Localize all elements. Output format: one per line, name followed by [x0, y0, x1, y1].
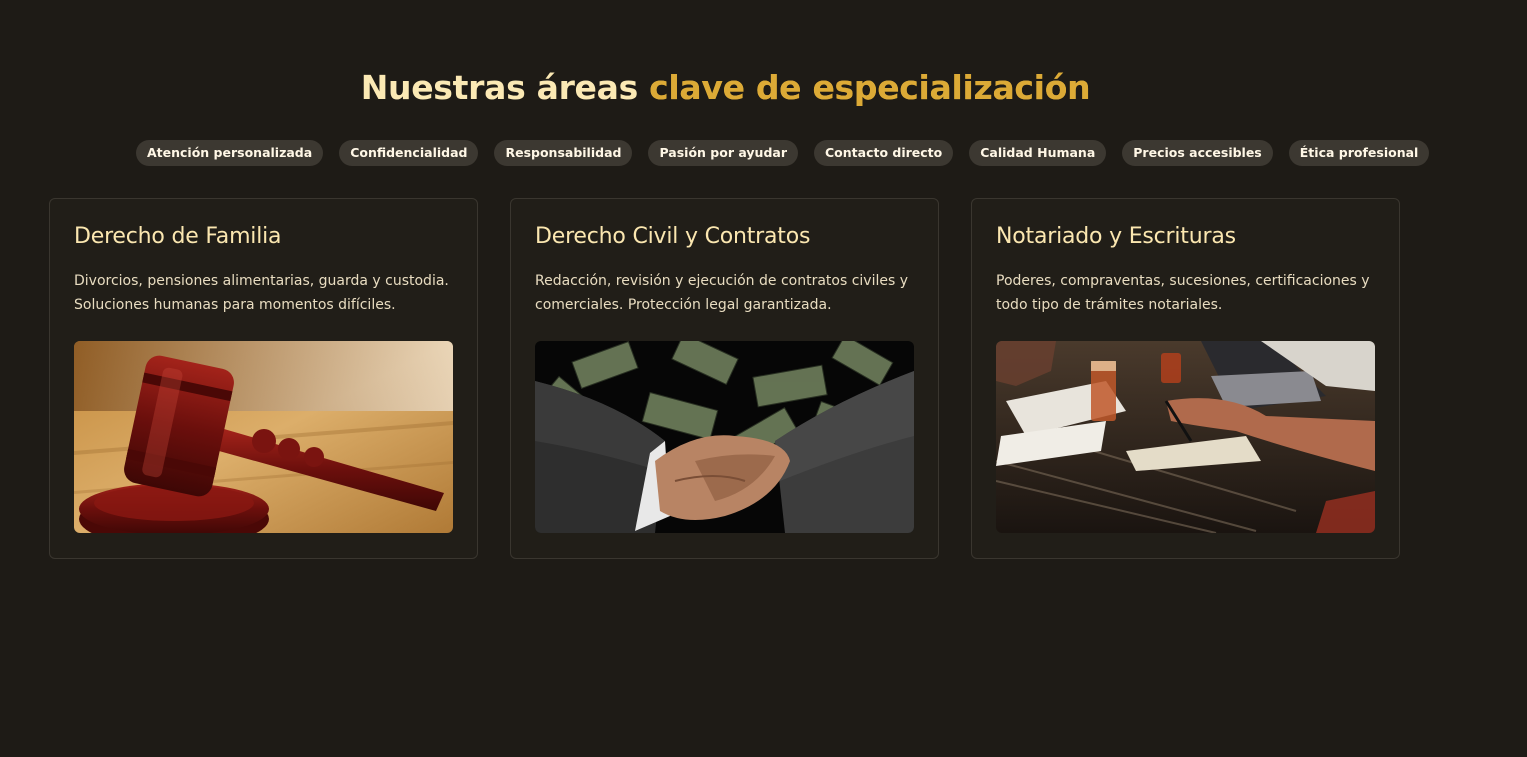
value-pill: Pasión por ayudar: [648, 140, 798, 166]
values-pill-list: Atención personalizada Confidencialidad …: [136, 140, 1430, 166]
value-pill: Calidad Humana: [969, 140, 1107, 166]
page: Nuestras áreas clave de especialización …: [0, 0, 1527, 757]
card-description: Divorcios, pensiones alimentarias, guard…: [74, 273, 449, 313]
value-pill: Contacto directo: [814, 140, 954, 166]
card-description: Redacción, revisión y ejecución de contr…: [535, 273, 909, 313]
card-civil-contracts[interactable]: Derecho Civil y Contratos Redacción, rev…: [510, 198, 939, 559]
heading-accent-text: clave de especialización: [649, 68, 1091, 107]
value-pill: Precios accesibles: [1122, 140, 1273, 166]
card-notary-deeds[interactable]: Notariado y Escrituras Poderes, comprave…: [971, 198, 1400, 559]
gavel-image: [74, 341, 453, 533]
handshake-image: [535, 341, 914, 533]
value-pill: Confidencialidad: [339, 140, 479, 166]
practice-area-cards: Derecho de Familia Divorcios, pensiones …: [49, 198, 1400, 559]
value-pill: Ética profesional: [1288, 140, 1430, 166]
section-heading: Nuestras áreas clave de especialización: [0, 68, 1451, 107]
card-title: Derecho de Familia: [74, 224, 282, 249]
desk-documents-image: [996, 341, 1375, 533]
value-pill: Atención personalizada: [136, 140, 324, 166]
heading-plain-text: Nuestras áreas: [360, 68, 639, 107]
card-description: Poderes, compraventas, sucesiones, certi…: [996, 273, 1370, 313]
card-title: Derecho Civil y Contratos: [535, 224, 811, 249]
value-pill: Responsabilidad: [494, 140, 633, 166]
card-title: Notariado y Escrituras: [996, 224, 1236, 249]
card-family-law[interactable]: Derecho de Familia Divorcios, pensiones …: [49, 198, 478, 559]
